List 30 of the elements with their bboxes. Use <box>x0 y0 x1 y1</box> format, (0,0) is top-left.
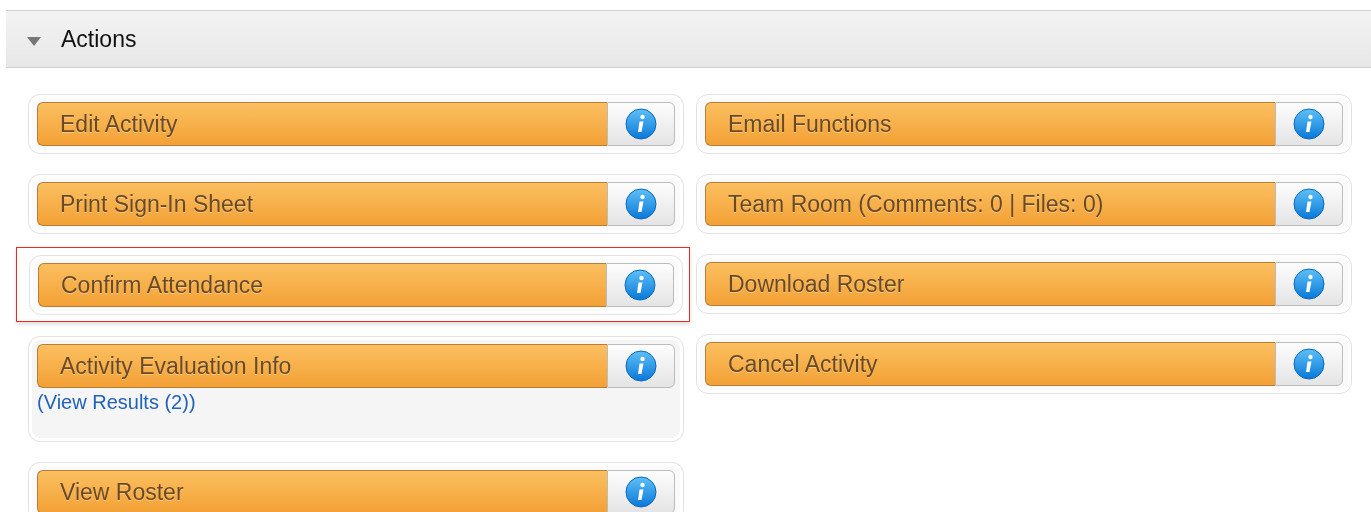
action-button[interactable]: Confirm Attendance <box>38 263 606 307</box>
info-button[interactable] <box>1275 262 1343 306</box>
action-button[interactable]: Email Functions <box>705 102 1275 146</box>
action-button[interactable]: Activity Evaluation Info <box>37 344 607 388</box>
info-button[interactable] <box>1275 342 1343 386</box>
action-button[interactable]: Print Sign-In Sheet <box>37 182 607 226</box>
info-icon <box>1293 108 1325 140</box>
info-icon <box>1293 348 1325 380</box>
info-icon <box>624 269 656 301</box>
section-title: Actions <box>61 25 137 53</box>
info-icon <box>625 108 657 140</box>
action-button[interactable]: Team Room (Comments: 0 | Files: 0) <box>705 182 1275 226</box>
action-button[interactable]: Download Roster <box>705 262 1275 306</box>
info-icon <box>625 188 657 220</box>
info-button[interactable] <box>1275 182 1343 226</box>
info-button[interactable] <box>607 470 675 512</box>
info-button[interactable] <box>607 102 675 146</box>
info-button[interactable] <box>606 263 674 307</box>
action-button[interactable]: View Roster <box>37 470 607 512</box>
info-icon <box>1293 268 1325 300</box>
view-results-link[interactable]: (View Results (2)) <box>37 391 196 414</box>
info-icon <box>625 350 657 382</box>
info-icon <box>625 476 657 508</box>
action-button[interactable]: Cancel Activity <box>705 342 1275 386</box>
section-header[interactable]: Actions <box>6 10 1371 68</box>
info-icon <box>1293 188 1325 220</box>
info-button[interactable] <box>1275 102 1343 146</box>
action-button[interactable]: Edit Activity <box>37 102 607 146</box>
info-button[interactable] <box>607 182 675 226</box>
info-button[interactable] <box>607 344 675 388</box>
